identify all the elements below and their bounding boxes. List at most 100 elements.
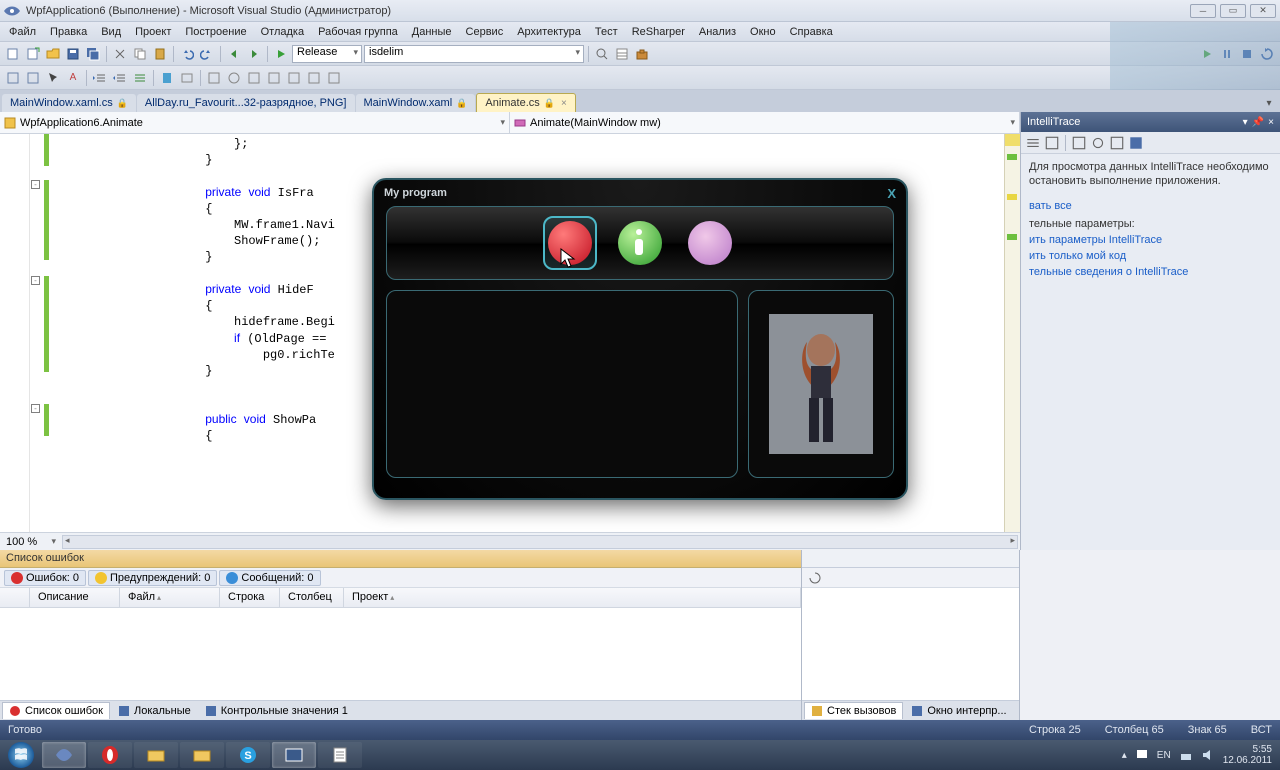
wpf-content-pane[interactable] <box>386 290 738 478</box>
menu-project[interactable]: Проект <box>128 24 178 40</box>
menu-architecture[interactable]: Архитектура <box>510 24 588 40</box>
panel-close-icon[interactable]: × <box>1268 117 1274 128</box>
outline-toggle-icon[interactable]: - <box>31 404 40 413</box>
it-save-icon[interactable] <box>1128 135 1144 151</box>
menu-resharper[interactable]: ReSharper <box>625 24 692 40</box>
find-icon[interactable] <box>593 45 611 63</box>
tab-dropdown-icon[interactable]: ▾ <box>1260 94 1278 112</box>
menu-view[interactable]: Вид <box>94 24 128 40</box>
errorlist-body[interactable] <box>0 608 801 700</box>
it-btn-icon[interactable] <box>1044 135 1060 151</box>
wpf-btn-2[interactable] <box>613 216 667 270</box>
col-file[interactable]: Файл▴ <box>120 588 220 607</box>
menu-help[interactable]: Справка <box>783 24 840 40</box>
tb-icon[interactable] <box>24 69 42 87</box>
outline-toggle-icon[interactable]: - <box>31 276 40 285</box>
menu-edit[interactable]: Правка <box>43 24 94 40</box>
menu-analyze[interactable]: Анализ <box>692 24 743 40</box>
tab-animate-cs[interactable]: Animate.cs🔒× <box>476 93 575 112</box>
start-debug-icon[interactable] <box>272 45 290 63</box>
tray-volume-icon[interactable] <box>1201 748 1215 762</box>
properties-icon[interactable] <box>613 45 631 63</box>
nav-fwd-icon[interactable] <box>245 45 263 63</box>
debug-restart-icon[interactable] <box>1258 45 1276 63</box>
it-btn-icon[interactable] <box>1090 135 1106 151</box>
paste-icon[interactable] <box>151 45 169 63</box>
task-opera[interactable] <box>88 742 132 768</box>
tab-immediate[interactable]: Окно интерпр... <box>905 703 1012 719</box>
errors-filter[interactable]: Ошибок: 0 <box>4 570 86 586</box>
member-combo[interactable]: Animate(MainWindow mw) <box>510 112 1020 133</box>
add-item-icon[interactable] <box>24 45 42 63</box>
tab-mainwindow-xaml[interactable]: MainWindow.xaml🔒 <box>356 94 476 112</box>
tab-locals[interactable]: Локальные <box>112 703 197 719</box>
menu-debug[interactable]: Отладка <box>254 24 311 40</box>
tray-network-icon[interactable] <box>1179 748 1193 762</box>
save-icon[interactable] <box>64 45 82 63</box>
outline-toggle-icon[interactable]: - <box>31 180 40 189</box>
cut-icon[interactable] <box>111 45 129 63</box>
undo-icon[interactable] <box>178 45 196 63</box>
redo-icon[interactable] <box>198 45 216 63</box>
decrease-indent-icon[interactable] <box>91 69 109 87</box>
debug-pause-icon[interactable] <box>1218 45 1236 63</box>
tb-icon[interactable] <box>4 69 22 87</box>
config-combo[interactable]: Release <box>292 45 362 63</box>
tab-allday-png[interactable]: AllDay.ru_Favourit...32-разрядное, PNG] <box>137 94 355 112</box>
messages-filter[interactable]: Сообщений: 0 <box>219 570 320 586</box>
refresh-icon[interactable] <box>808 571 822 585</box>
copy-icon[interactable] <box>131 45 149 63</box>
intellitrace-link[interactable]: ить только мой код <box>1029 250 1272 262</box>
start-button[interactable] <box>2 741 40 769</box>
wpf-close-button[interactable]: X <box>887 186 896 201</box>
pointer-icon[interactable] <box>44 69 62 87</box>
it-btn-icon[interactable] <box>1025 135 1041 151</box>
minimize-button[interactable]: ─ <box>1190 4 1216 18</box>
tb-icon[interactable] <box>205 69 223 87</box>
debug-continue-icon[interactable] <box>1198 45 1216 63</box>
new-project-icon[interactable] <box>4 45 22 63</box>
it-btn-icon[interactable] <box>1109 135 1125 151</box>
toolbox-icon[interactable] <box>633 45 651 63</box>
tray-expand-icon[interactable]: ▴ <box>1122 750 1127 761</box>
menu-test[interactable]: Тест <box>588 24 625 40</box>
wpf-preview-pane[interactable] <box>748 290 894 478</box>
tb-icon[interactable]: A <box>64 69 82 87</box>
class-combo[interactable]: WpfApplication6.Animate <box>0 112 510 133</box>
task-explorer2[interactable] <box>180 742 224 768</box>
wpf-app-window[interactable]: My program X <box>372 178 908 500</box>
tb-icon[interactable] <box>225 69 243 87</box>
intellitrace-link[interactable]: вать все <box>1029 200 1272 212</box>
bookmark-icon[interactable] <box>158 69 176 87</box>
intellitrace-link[interactable]: ить параметры IntelliTrace <box>1029 234 1272 246</box>
col-project[interactable]: Проект▴ <box>344 588 801 607</box>
col-description[interactable]: Описание <box>30 588 120 607</box>
task-notepad[interactable] <box>318 742 362 768</box>
menu-tools[interactable]: Сервис <box>459 24 511 40</box>
col-column[interactable]: Столбец <box>280 588 344 607</box>
code-overview-ruler[interactable] <box>1004 134 1020 532</box>
tray-flag-icon[interactable] <box>1135 748 1149 762</box>
menu-build[interactable]: Построение <box>178 24 253 40</box>
right-bottom-body[interactable] <box>802 588 1019 700</box>
task-vs[interactable] <box>42 742 86 768</box>
comment-icon[interactable] <box>131 69 149 87</box>
tb-icon[interactable] <box>245 69 263 87</box>
maximize-button[interactable]: ▭ <box>1220 4 1246 18</box>
tb-icon[interactable] <box>305 69 323 87</box>
tb-icon[interactable] <box>265 69 283 87</box>
menu-file[interactable]: Файл <box>2 24 43 40</box>
menu-data[interactable]: Данные <box>405 24 459 40</box>
close-tab-icon[interactable]: × <box>561 98 567 109</box>
save-all-icon[interactable] <box>84 45 102 63</box>
menu-team[interactable]: Рабочая группа <box>311 24 405 40</box>
col-line[interactable]: Строка <box>220 588 280 607</box>
panel-pin-icon[interactable]: 📌 <box>1252 117 1264 128</box>
tab-errorlist[interactable]: Список ошибок <box>2 702 110 719</box>
intellitrace-link[interactable]: тельные сведения о IntelliTrace <box>1029 266 1272 278</box>
warnings-filter[interactable]: Предупреждений: 0 <box>88 570 217 586</box>
close-button[interactable]: ✕ <box>1250 4 1276 18</box>
open-icon[interactable] <box>44 45 62 63</box>
tray-clock[interactable]: 5:5512.06.2011 <box>1223 744 1272 766</box>
tb-icon[interactable] <box>325 69 343 87</box>
